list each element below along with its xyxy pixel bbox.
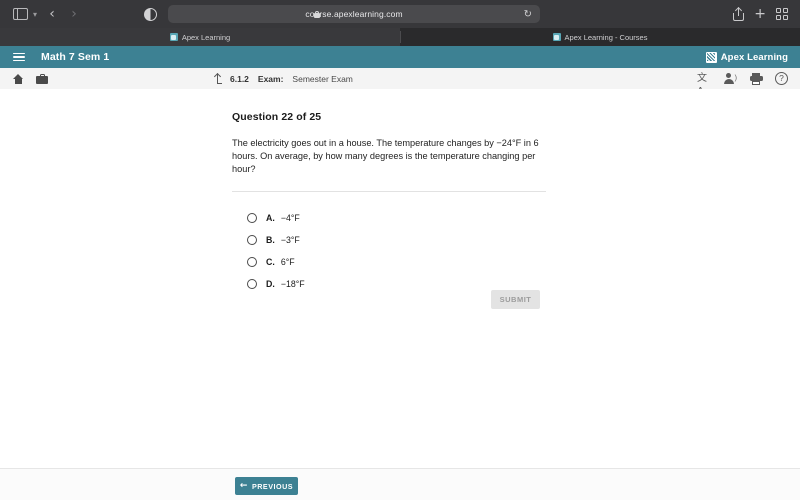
option-value: −4°F: [280, 212, 300, 223]
question-text: The electricity goes out in a house. The…: [232, 138, 539, 175]
radio-button-c[interactable]: [247, 256, 257, 267]
favicon-icon: [169, 33, 178, 41]
option-letter: B.: [266, 234, 275, 245]
tab-title: Apex Learning - Courses: [564, 32, 648, 42]
translate-icon[interactable]: 文A: [697, 72, 711, 97]
activity-name: Semester Exam: [292, 73, 353, 84]
option-value: −18°F: [280, 278, 305, 289]
sidebar-toggle-icon: [12, 8, 28, 20]
answer-option-a[interactable]: A. −4°F: [247, 207, 546, 229]
question-divider: [232, 190, 546, 192]
browser-window: ▾ ‹ › course.apexlearning.com ↻ + Apex L…: [0, 0, 800, 500]
lesson-number: 6.1.2: [230, 73, 249, 84]
footer-navigation: ← PREVIOUS: [0, 468, 800, 500]
radio-button-a[interactable]: [247, 212, 257, 223]
hamburger-menu-icon[interactable]: [13, 52, 25, 62]
option-letter: C.: [266, 256, 275, 267]
option-value: −3°F: [280, 234, 300, 245]
forward-button[interactable]: ›: [64, 4, 84, 24]
toolbar-right-controls: +: [733, 6, 800, 21]
apex-learning-logo: Apex Learning: [705, 51, 788, 63]
tab-overview-icon[interactable]: [776, 8, 788, 20]
address-bar[interactable]: course.apexlearning.com ↻: [168, 5, 541, 23]
browser-toolbar: ▾ ‹ › course.apexlearning.com ↻ +: [0, 0, 800, 28]
toolbar-tools: 文A ) ?: [697, 72, 788, 97]
help-icon[interactable]: ?: [775, 72, 788, 85]
option-letter: A.: [266, 212, 275, 223]
option-letter: D.: [266, 278, 275, 289]
radio-button-b[interactable]: [247, 234, 257, 245]
tab-title: Apex Learning: [181, 32, 231, 42]
reader-mode-button[interactable]: [140, 4, 160, 24]
brand-name: Apex Learning: [720, 51, 788, 63]
radio-button-d[interactable]: [247, 278, 257, 289]
share-icon[interactable]: [733, 6, 745, 21]
back-button[interactable]: ‹: [42, 4, 62, 24]
navigation-controls: ▾ ‹ ›: [0, 4, 84, 24]
browser-tab-apex-learning[interactable]: Apex Learning: [0, 28, 400, 46]
question-heading: Question 22 of 25: [232, 111, 322, 123]
answer-options-list: A. −4°F B. −3°F C. 6°F D. −18°F: [232, 207, 546, 295]
submit-button[interactable]: SUBMIT: [491, 290, 540, 309]
print-icon[interactable]: [749, 72, 763, 85]
question-block: Question 22 of 25 The electricity goes o…: [232, 111, 546, 295]
sidebar-toggle-button[interactable]: [10, 4, 30, 24]
forward-chevron-icon: ›: [71, 6, 77, 22]
back-chevron-icon: ‹: [49, 6, 55, 22]
answer-option-b[interactable]: B. −3°F: [247, 229, 546, 251]
read-aloud-icon[interactable]: ): [723, 72, 737, 85]
left-arrow-icon: ←: [239, 480, 248, 491]
course-title: Math 7 Sem 1: [41, 51, 110, 63]
chevron-down-icon[interactable]: ▾: [33, 10, 37, 19]
previous-button[interactable]: ← PREVIOUS: [235, 477, 298, 495]
reload-icon[interactable]: ↻: [524, 9, 532, 20]
breadcrumb: 6.1.2 Exam: Semester Exam: [213, 72, 353, 84]
apex-logo-icon: [705, 51, 717, 63]
browser-tab-apex-learning-courses[interactable]: Apex Learning - Courses: [400, 28, 800, 46]
home-icon[interactable]: [13, 73, 24, 84]
lock-icon: [314, 10, 321, 18]
tab-strip: Apex Learning Apex Learning - Courses: [0, 28, 800, 46]
activity-type-label: Exam:: [257, 73, 284, 84]
url-text: course.apexlearning.com: [305, 9, 403, 19]
favicon-icon: [552, 33, 561, 41]
up-arrow-icon[interactable]: [213, 72, 223, 84]
breadcrumb-bar: 6.1.2 Exam: Semester Exam 文A ) ?: [0, 68, 800, 97]
previous-button-label: PREVIOUS: [251, 481, 294, 491]
answer-option-c[interactable]: C. 6°F: [247, 251, 546, 273]
question-content-area: Question 22 of 25 The electricity goes o…: [0, 89, 800, 468]
option-value: 6°F: [280, 256, 295, 267]
breadcrumb-nav-icons: [13, 73, 48, 84]
reader-mode-icon: [143, 7, 157, 21]
briefcase-icon[interactable]: [36, 73, 48, 84]
new-tab-icon[interactable]: +: [754, 7, 766, 21]
app-header: Math 7 Sem 1 Apex Learning: [0, 46, 800, 68]
